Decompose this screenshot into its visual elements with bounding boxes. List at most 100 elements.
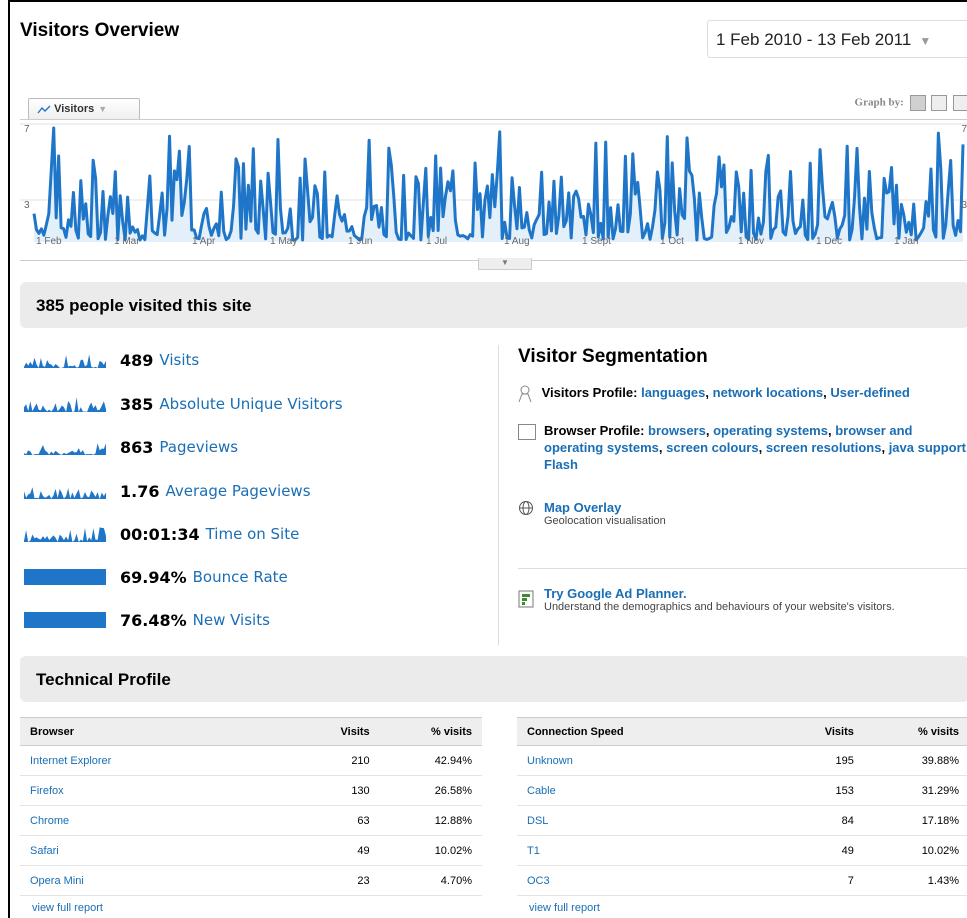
average-pageviews-sparkline bbox=[24, 487, 106, 499]
column-header-percent-visits[interactable]: % visits bbox=[863, 717, 967, 746]
table-row: Opera Mini 23 4.70% bbox=[20, 865, 482, 896]
browser-table: Browser Visits % visits Internet Explore… bbox=[20, 717, 482, 896]
column-header-percent-visits[interactable]: % visits bbox=[379, 717, 482, 746]
graph-by-controls: Graph by: bbox=[855, 95, 967, 111]
metric-average-pageviews: 1.76 Average Pageviews bbox=[24, 478, 311, 504]
visitors-profile-label: Visitors Profile: bbox=[541, 385, 638, 400]
table-header-row: Browser Visits % visits bbox=[20, 717, 482, 746]
metric-link-bounce-rate[interactable]: Bounce Rate bbox=[193, 568, 288, 586]
y-axis-mid-label-right: 3 bbox=[961, 200, 967, 211]
metric-value: 385 bbox=[120, 394, 154, 414]
map-overlay-row: Map Overlay Geolocation visualisation bbox=[544, 500, 666, 527]
visits-cell: 153 bbox=[779, 775, 864, 806]
chevron-down-icon: ▼ bbox=[919, 34, 932, 48]
technical-profile-title: Technical Profile bbox=[36, 670, 171, 689]
column-header-visits[interactable]: Visits bbox=[297, 717, 380, 746]
browser-profile-row: Browser Profile: browsers, operating sys… bbox=[544, 423, 967, 472]
x-axis-label: 1 Dec bbox=[816, 236, 843, 247]
column-divider bbox=[498, 345, 499, 645]
metric-value: 489 bbox=[120, 350, 154, 370]
ad-planner-icon bbox=[518, 590, 534, 608]
summary-bar: 385 people visited this site bbox=[20, 282, 967, 328]
connection-link[interactable]: Cable bbox=[527, 785, 556, 797]
x-axis-label: 1 Jun bbox=[348, 236, 373, 247]
visits-cell: 210 bbox=[297, 745, 380, 776]
view-full-report-browser[interactable]: view full report bbox=[32, 902, 103, 914]
column-header-visits[interactable]: Visits bbox=[779, 717, 864, 746]
browser-link[interactable]: Firefox bbox=[30, 785, 64, 797]
link-languages[interactable]: languages bbox=[641, 385, 705, 400]
person-icon bbox=[518, 385, 532, 403]
metric-selector[interactable]: Visitors ▼ bbox=[28, 98, 140, 120]
visits-cell: 49 bbox=[297, 835, 380, 866]
visitors-graph: Visitors ▼ Graph by: 7 3 7 3 1 Feb 1 Mar 1 … bbox=[20, 95, 967, 270]
segmentation-title: Visitor Segmentation bbox=[518, 346, 708, 367]
metric-link-new-visits[interactable]: New Visits bbox=[193, 611, 270, 629]
graph-by-month-button[interactable] bbox=[953, 95, 967, 111]
metric-link-average-pageviews[interactable]: Average Pageviews bbox=[165, 482, 310, 500]
graph-by-day-button[interactable] bbox=[909, 95, 926, 111]
column-header-connection-speed[interactable]: Connection Speed bbox=[517, 717, 780, 746]
link-browsers[interactable]: browsers bbox=[648, 423, 706, 438]
percent-cell: 1.43% bbox=[863, 865, 967, 896]
browser-profile-label: Browser Profile: bbox=[544, 423, 645, 438]
collapse-graph-handle[interactable]: ▼ bbox=[478, 258, 532, 270]
percent-cell: 39.88% bbox=[863, 745, 967, 776]
metric-link-visits[interactable]: Visits bbox=[159, 351, 199, 369]
metric-link-unique-visitors[interactable]: Absolute Unique Visitors bbox=[159, 395, 342, 413]
unique-visitors-sparkline bbox=[24, 397, 106, 412]
visits-sparkline bbox=[24, 354, 106, 368]
link-network-locations[interactable]: network locations bbox=[713, 385, 824, 400]
connection-link[interactable]: OC3 bbox=[527, 875, 550, 887]
table-row: Unknown 195 39.88% bbox=[517, 745, 967, 776]
visits-cell: 7 bbox=[779, 865, 864, 896]
link-java-support[interactable]: java support bbox=[889, 440, 966, 455]
visits-cell: 49 bbox=[779, 835, 864, 866]
visits-cell: 23 bbox=[297, 865, 380, 896]
ad-planner-description: Understand the demographics and behaviou… bbox=[544, 601, 895, 613]
browser-link[interactable]: Opera Mini bbox=[30, 875, 84, 887]
pageviews-sparkline bbox=[24, 443, 106, 455]
date-range-picker[interactable]: 1 Feb 2010 - 13 Feb 2011 ▼ bbox=[707, 20, 967, 58]
link-map-overlay[interactable]: Map Overlay bbox=[544, 500, 621, 515]
metric-link-pageviews[interactable]: Pageviews bbox=[159, 438, 238, 456]
table-row: T1 49 10.02% bbox=[517, 835, 967, 866]
browser-link[interactable]: Safari bbox=[30, 845, 59, 857]
link-screen-colours[interactable]: screen colours bbox=[666, 440, 759, 455]
view-full-report-connection[interactable]: view full report bbox=[529, 902, 600, 914]
x-axis-label: 1 Aug bbox=[504, 236, 530, 247]
x-axis-label: 1 Oct bbox=[660, 236, 684, 247]
connection-link[interactable]: DSL bbox=[527, 815, 548, 827]
browser-link[interactable]: Chrome bbox=[30, 815, 69, 827]
x-axis-label: 1 Jul bbox=[426, 236, 448, 247]
table-header-row: Connection Speed Visits % visits bbox=[517, 717, 967, 746]
bounce-rate-sparkline bbox=[24, 569, 106, 585]
link-operating-systems[interactable]: operating systems bbox=[713, 423, 828, 438]
metric-selector-label: Visitors bbox=[54, 103, 95, 115]
graph-by-week-button[interactable] bbox=[931, 95, 948, 111]
percent-cell: 26.58% bbox=[379, 775, 482, 806]
y-axis-max-label-right: 7 bbox=[961, 124, 967, 135]
report-frame: Visitors Overview 1 Feb 2010 - 13 Feb 20… bbox=[8, 0, 967, 918]
segmentation-divider bbox=[518, 568, 967, 569]
metric-value: 863 bbox=[120, 437, 154, 457]
link-flash[interactable]: Flash bbox=[544, 457, 578, 472]
link-user-defined[interactable]: User-defined bbox=[830, 385, 909, 400]
x-axis-label: 1 Apr bbox=[192, 236, 216, 247]
connection-link[interactable]: T1 bbox=[527, 845, 540, 857]
link-try-ad-planner[interactable]: Try Google Ad Planner. bbox=[544, 586, 687, 601]
connection-link[interactable]: Unknown bbox=[527, 755, 573, 767]
metric-unique-visitors: 385 Absolute Unique Visitors bbox=[24, 391, 343, 417]
metric-visits: 489 Visits bbox=[24, 347, 199, 373]
y-axis-max-label: 7 bbox=[24, 124, 30, 135]
percent-cell: 42.94% bbox=[379, 745, 482, 776]
page-title: Visitors Overview bbox=[20, 20, 180, 41]
column-header-browser[interactable]: Browser bbox=[20, 717, 298, 746]
visits-cell: 63 bbox=[297, 805, 380, 836]
link-screen-resolutions[interactable]: screen resolutions bbox=[766, 440, 882, 455]
metric-bounce-rate: 69.94% Bounce Rate bbox=[24, 564, 288, 590]
table-row: Safari 49 10.02% bbox=[20, 835, 482, 866]
browser-link[interactable]: Internet Explorer bbox=[30, 755, 111, 767]
metric-link-time-on-site[interactable]: Time on Site bbox=[206, 525, 300, 543]
table-row: Firefox 130 26.58% bbox=[20, 775, 482, 806]
